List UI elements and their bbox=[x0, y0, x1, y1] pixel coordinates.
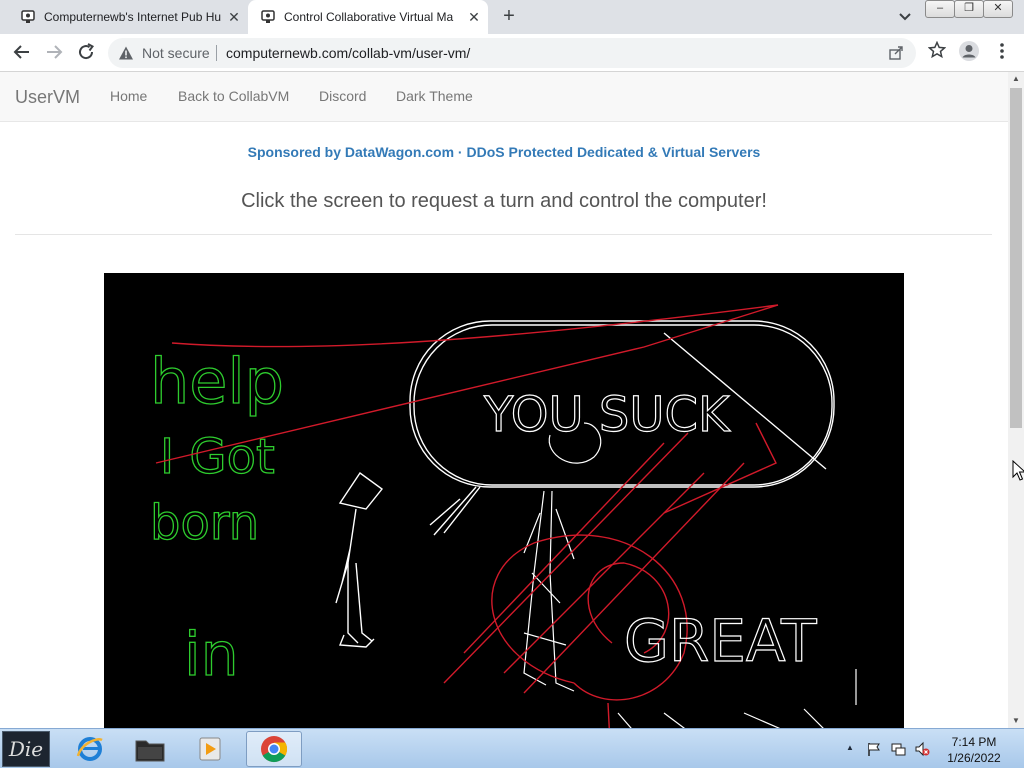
tab-title: Computernewb's Internet Pub Hu bbox=[44, 10, 222, 24]
action-center-flag-icon[interactable] bbox=[866, 741, 882, 757]
scrollbar-thumb[interactable] bbox=[1010, 88, 1022, 428]
stick-figure-left bbox=[335, 472, 384, 648]
page-scrollbar[interactable]: ▲ ▼ bbox=[1008, 72, 1024, 728]
tab-strip: Computernewb's Internet Pub Hu ✕ Control… bbox=[0, 0, 1024, 34]
scroll-up-arrow-icon[interactable]: ▲ bbox=[1008, 72, 1024, 86]
taskbar-file-explorer[interactable] bbox=[122, 731, 178, 767]
share-icon[interactable] bbox=[888, 45, 904, 61]
tab-close-icon[interactable]: ✕ bbox=[226, 9, 242, 26]
scribble-great: GREAT bbox=[624, 607, 817, 675]
restore-icon[interactable]: ❐ bbox=[954, 0, 984, 18]
sponsor-link[interactable]: Sponsored by DataWagon.com · DDoS Protec… bbox=[0, 144, 1008, 160]
start-button[interactable]: Die bbox=[2, 731, 50, 767]
nav-link-discord[interactable]: Discord bbox=[319, 88, 366, 104]
speech-bubble: YOU SUCK bbox=[409, 320, 835, 536]
profile-avatar-icon[interactable] bbox=[958, 40, 980, 62]
taskbar-google-chrome[interactable] bbox=[246, 731, 302, 767]
vm-drawing-canvas: help I Got born in YOU SUCK GREAT bbox=[149, 304, 857, 728]
warning-triangle-icon[interactable] bbox=[118, 45, 134, 61]
mouse-cursor-icon bbox=[1012, 460, 1024, 481]
more-options-icon[interactable] bbox=[996, 40, 1008, 62]
taskbar-internet-explorer[interactable] bbox=[62, 731, 118, 767]
scribble-help: help bbox=[150, 345, 284, 418]
window-controls: – ❐ ✕ bbox=[925, 0, 1013, 18]
tab-search-chevron-down-icon[interactable] bbox=[896, 9, 914, 25]
lower-scribbles bbox=[617, 669, 857, 728]
computernewb-favicon-icon bbox=[21, 10, 35, 23]
site-navbar: UserVM Home Back to CollabVM Discord Dar… bbox=[0, 72, 1008, 122]
url-text[interactable]: computernewb.com/collab-vm/user-vm/ bbox=[226, 45, 470, 61]
nav-link-dark-theme[interactable]: Dark Theme bbox=[396, 88, 473, 104]
tab-close-icon[interactable]: ✕ bbox=[466, 9, 482, 26]
windows-taskbar: Die ▲ 7:14 PM 1/26/2022 bbox=[0, 728, 1024, 768]
reload-icon[interactable] bbox=[74, 40, 98, 64]
browser-toolbar: Not secure computernewb.com/collab-vm/us… bbox=[0, 34, 1024, 72]
clock-time[interactable]: 7:14 PM bbox=[930, 735, 1018, 749]
internet-explorer-icon bbox=[76, 737, 103, 761]
scribble-you-suck: YOU SUCK bbox=[483, 387, 731, 443]
folder-icon bbox=[135, 740, 165, 762]
address-bar[interactable]: Not secure computernewb.com/collab-vm/us… bbox=[108, 38, 916, 68]
volume-muted-icon[interactable] bbox=[914, 741, 930, 757]
site-brand[interactable]: UserVM bbox=[15, 87, 80, 108]
web-page: UserVM Home Back to CollabVM Discord Dar… bbox=[0, 72, 1008, 728]
security-status-label[interactable]: Not secure bbox=[142, 45, 210, 61]
scroll-down-arrow-icon[interactable]: ▼ bbox=[1008, 714, 1024, 728]
green-scribble-text: help I Got born in bbox=[149, 344, 284, 690]
scribble-i-got: I Got bbox=[160, 429, 275, 485]
nav-link-back-to-collabvm[interactable]: Back to CollabVM bbox=[178, 88, 289, 104]
forward-arrow-icon[interactable] bbox=[42, 40, 66, 64]
network-icon[interactable] bbox=[890, 741, 906, 757]
instruction-text: Click the screen to request a turn and c… bbox=[241, 190, 767, 212]
tab-collab-vm[interactable]: Control Collaborative Virtual Ma ✕ bbox=[248, 0, 488, 34]
omnibox-divider bbox=[216, 45, 217, 61]
media-player-icon bbox=[199, 737, 221, 761]
back-arrow-icon[interactable] bbox=[10, 40, 34, 64]
new-tab-plus-icon[interactable]: + bbox=[498, 6, 520, 28]
tray-expand-arrow-icon[interactable]: ▲ bbox=[846, 743, 854, 752]
tab-title: Control Collaborative Virtual Ma bbox=[284, 10, 454, 24]
computernewb-favicon-icon bbox=[261, 10, 275, 23]
bookmark-star-icon[interactable] bbox=[928, 41, 946, 59]
clock-date[interactable]: 1/26/2022 bbox=[930, 751, 1018, 765]
chrome-icon bbox=[261, 736, 288, 763]
scribble-in: in bbox=[184, 620, 239, 690]
nav-link-home[interactable]: Home bbox=[110, 88, 147, 104]
taskbar-media-player[interactable] bbox=[182, 731, 238, 767]
stick-figure-center bbox=[523, 422, 602, 692]
close-icon[interactable]: ✕ bbox=[983, 0, 1013, 18]
scribble-born: born bbox=[150, 495, 259, 551]
minimize-icon[interactable]: – bbox=[925, 0, 955, 18]
vm-screen[interactable]: help I Got born in YOU SUCK GREAT bbox=[104, 273, 904, 728]
divider bbox=[15, 234, 992, 235]
tab-computernewb-hub[interactable]: Computernewb's Internet Pub Hu ✕ bbox=[0, 0, 248, 34]
